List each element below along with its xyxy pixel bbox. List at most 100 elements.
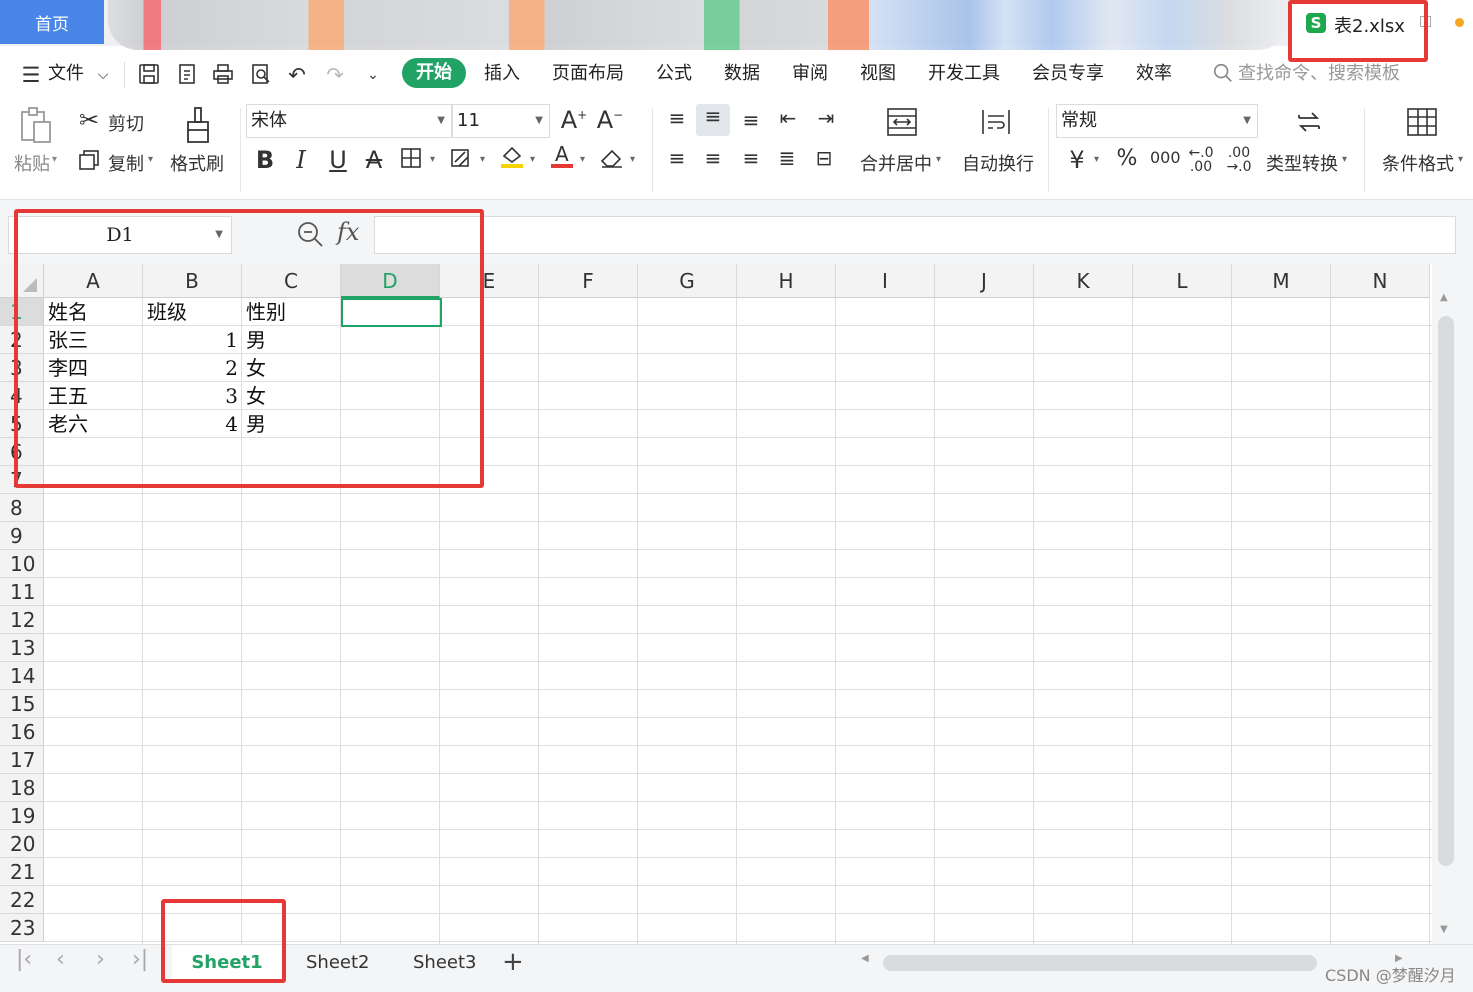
column-header-b[interactable]: B	[143, 264, 242, 298]
font-size-select[interactable]: 11 ▼	[452, 104, 550, 138]
column-header-c[interactable]: C	[242, 264, 341, 298]
sheet-tab-sheet3[interactable]: Sheet3	[413, 945, 477, 981]
next-sheet-icon[interactable]: ›	[96, 947, 105, 972]
decrease-font-size-icon[interactable]: A−	[596, 106, 624, 134]
column-header-e[interactable]: E	[440, 264, 539, 298]
cell-c4[interactable]: 女	[246, 382, 266, 410]
align-center-icon[interactable]: ≡	[700, 146, 726, 170]
row-header-3[interactable]: 3	[0, 354, 44, 382]
currency-dropdown-icon[interactable]: ▾	[1094, 154, 1099, 165]
borders-icon[interactable]	[398, 146, 424, 176]
cell-b2[interactable]: 1	[143, 326, 238, 354]
cell-style-icon[interactable]	[448, 146, 476, 176]
row-header-6[interactable]: 6	[0, 438, 44, 466]
scroll-left-icon[interactable]: ◀	[861, 953, 869, 964]
cell-b3[interactable]: 2	[143, 354, 238, 382]
merge-center-dropdown-icon[interactable]: ▾	[936, 154, 941, 165]
fill-color-icon[interactable]	[498, 142, 526, 176]
row-header-23[interactable]: 23	[0, 914, 44, 942]
tab-start[interactable]: 开始	[402, 58, 466, 88]
italic-icon[interactable]: I	[290, 146, 312, 174]
column-header-i[interactable]: I	[836, 264, 935, 298]
font-color-icon[interactable]: A	[548, 142, 576, 176]
chevron-down-icon[interactable]: ⌵	[90, 62, 116, 88]
increase-indent-icon[interactable]: ⇥	[812, 106, 840, 130]
row-header-1[interactable]: 1	[0, 298, 44, 326]
thousands-separator-icon[interactable]: 000	[1150, 148, 1181, 167]
column-header-h[interactable]: H	[737, 264, 836, 298]
customize-quick-access-icon[interactable]: ⌄	[360, 62, 386, 88]
conditional-format-dropdown-icon[interactable]: ▾	[1458, 154, 1463, 165]
last-sheet-icon[interactable]: ›|	[132, 947, 148, 972]
insert-function-button[interactable]: fx	[337, 218, 359, 246]
column-header-a[interactable]: A	[44, 264, 143, 298]
scroll-down-icon[interactable]: ▼	[1440, 924, 1448, 935]
column-header-g[interactable]: G	[638, 264, 737, 298]
export-pdf-icon[interactable]	[174, 62, 200, 88]
copy-button[interactable]: 复制	[108, 150, 144, 176]
tab-developer[interactable]: 开发工具	[928, 50, 1000, 98]
tab-page-layout[interactable]: 页面布局	[552, 50, 624, 98]
row-header-22[interactable]: 22	[0, 886, 44, 914]
cell-a3[interactable]: 李四	[48, 354, 88, 382]
home-tab[interactable]: 首页	[0, 0, 104, 44]
row-header-13[interactable]: 13	[0, 634, 44, 662]
cell-a2[interactable]: 张三	[48, 326, 88, 354]
bold-icon[interactable]: B	[252, 146, 278, 174]
format-painter-icon[interactable]	[180, 106, 216, 150]
cell-c2[interactable]: 男	[246, 326, 266, 354]
copy-dropdown-icon[interactable]: ▾	[148, 154, 153, 165]
type-convert-button[interactable]: 类型转换	[1266, 150, 1338, 176]
align-bottom-icon[interactable]: ≡	[738, 108, 764, 132]
row-header-2[interactable]: 2	[0, 326, 44, 354]
document-tab-active[interactable]: S 表2.xlsx	[1292, 0, 1473, 46]
prev-sheet-icon[interactable]: ‹	[56, 947, 65, 972]
cell-b4[interactable]: 3	[143, 382, 238, 410]
conditional-format-icon[interactable]	[1404, 106, 1440, 144]
active-cell-selection[interactable]	[341, 298, 442, 327]
cell-b1[interactable]: 班级	[147, 298, 187, 326]
select-all-corner[interactable]	[0, 264, 44, 298]
cell-c1[interactable]: 性别	[246, 298, 286, 326]
align-middle-icon[interactable]: ≡	[696, 104, 730, 136]
row-header-9[interactable]: 9	[0, 522, 44, 550]
name-box[interactable]: D1 ▼	[8, 216, 232, 254]
column-header-f[interactable]: F	[539, 264, 638, 298]
tab-insert[interactable]: 插入	[484, 50, 520, 98]
scissors-icon[interactable]: ✂	[76, 106, 102, 134]
row-header-19[interactable]: 19	[0, 802, 44, 830]
decrease-indent-icon[interactable]: ⇤	[774, 106, 802, 130]
format-painter-button[interactable]: 格式刷	[170, 150, 224, 176]
decrease-decimal-icon[interactable]: .00 →.0	[1224, 146, 1254, 174]
column-header-k[interactable]: K	[1034, 264, 1133, 298]
first-sheet-icon[interactable]: |‹	[16, 947, 32, 972]
number-format-select[interactable]: 常规 ▼	[1056, 104, 1258, 138]
tab-efficiency[interactable]: 效率	[1136, 50, 1172, 98]
row-header-18[interactable]: 18	[0, 774, 44, 802]
conditional-format-button[interactable]: 条件格式	[1382, 150, 1454, 176]
currency-icon[interactable]: ¥	[1064, 146, 1090, 174]
add-sheet-icon[interactable]: +	[502, 945, 524, 979]
vertical-scrollbar[interactable]: ▲ ▼	[1432, 264, 1473, 944]
column-header-n[interactable]: N	[1331, 264, 1430, 298]
restore-window-icon[interactable]	[1420, 16, 1431, 27]
cell-style-dropdown-icon[interactable]: ▾	[480, 154, 485, 165]
borders-dropdown-icon[interactable]: ▾	[430, 154, 435, 165]
vertical-scroll-thumb[interactable]	[1438, 316, 1454, 866]
cell-c3[interactable]: 女	[246, 354, 266, 382]
align-right-icon[interactable]: ≡	[738, 146, 764, 170]
eraser-dropdown-icon[interactable]: ▾	[630, 154, 635, 165]
row-header-17[interactable]: 17	[0, 746, 44, 774]
row-header-16[interactable]: 16	[0, 718, 44, 746]
font-name-select[interactable]: 宋体 ▼	[246, 104, 452, 138]
column-header-j[interactable]: J	[935, 264, 1034, 298]
tab-formulas[interactable]: 公式	[656, 50, 692, 98]
merge-center-button[interactable]: 合并居中	[860, 150, 932, 176]
row-header-21[interactable]: 21	[0, 858, 44, 886]
column-header-d[interactable]: D	[341, 264, 440, 298]
cell-a5[interactable]: 老六	[48, 410, 88, 438]
sheet-tab-sheet1[interactable]: Sheet1	[172, 945, 282, 981]
distributed-align-icon[interactable]: ⊟	[810, 146, 838, 170]
eraser-icon[interactable]	[598, 146, 626, 176]
menu-file[interactable]: 文件	[48, 50, 84, 98]
